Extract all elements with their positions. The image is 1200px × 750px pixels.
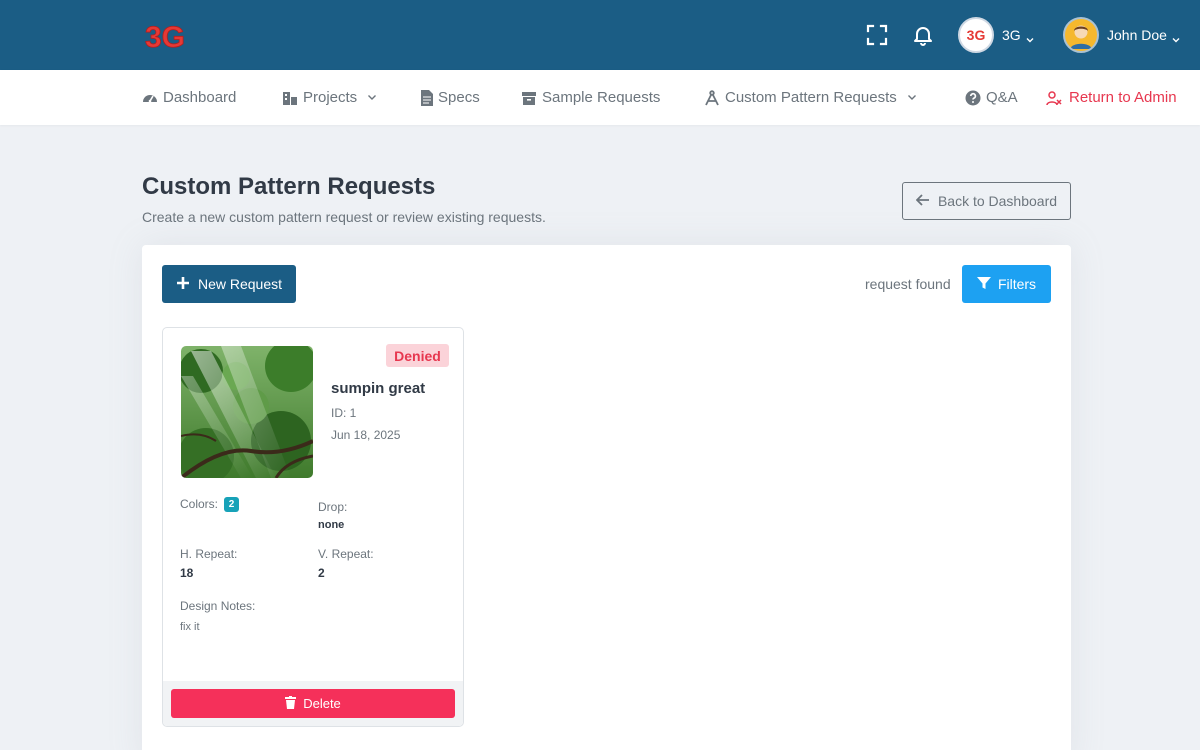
new-request-button[interactable]: New Request xyxy=(162,265,296,303)
delete-label: Delete xyxy=(303,696,341,711)
main-nav: Dashboard Projects Specs Sample Requests… xyxy=(0,70,1200,125)
bell-icon[interactable] xyxy=(911,23,935,47)
nav-label: Projects xyxy=(303,89,358,106)
back-to-dashboard-button[interactable]: Back to Dashboard xyxy=(902,182,1071,220)
v-repeat-label: V. Repeat: xyxy=(318,547,374,561)
v-repeat-value: 2 xyxy=(318,566,325,580)
plus-icon xyxy=(176,274,190,294)
compass-icon xyxy=(704,89,720,106)
dashboard-icon xyxy=(142,90,158,106)
nav-label: Specs xyxy=(438,89,480,106)
question-icon xyxy=(965,90,981,106)
fullscreen-icon[interactable] xyxy=(865,23,889,47)
back-button-label: Back to Dashboard xyxy=(937,193,1058,209)
chevron-down-icon xyxy=(1172,31,1180,43)
trash-icon xyxy=(285,695,297,712)
colors-label: Colors: xyxy=(180,497,219,511)
delete-button[interactable]: Delete xyxy=(171,689,455,718)
nav-item-projects[interactable]: Projects xyxy=(282,70,377,125)
request-id: ID: 1 xyxy=(331,406,357,420)
status-badge: Denied xyxy=(386,344,449,367)
archive-icon xyxy=(521,90,537,106)
request-card: Denied sumpin great ID: 1 Jun 18, 2025 C… xyxy=(162,327,464,727)
brand-label: 3G xyxy=(1002,27,1021,43)
user-menu[interactable]: John Doe xyxy=(1063,16,1180,54)
brand-avatar: 3G xyxy=(958,17,994,53)
nav-item-return-to-admin[interactable]: Return to Admin xyxy=(1046,70,1177,125)
colors-count-badge: 2 xyxy=(224,497,239,512)
requests-panel: New Request request found Filters Denied… xyxy=(142,245,1071,750)
nav-label: Sample Requests xyxy=(542,89,661,106)
brand-switcher[interactable]: 3G 3G xyxy=(958,17,1034,53)
design-notes-value: fix it xyxy=(180,621,200,633)
projects-icon xyxy=(282,90,298,106)
chevron-down-icon xyxy=(907,89,917,106)
new-request-label: New Request xyxy=(197,276,283,292)
top-bar: 3G 3G 3G John Doe xyxy=(0,0,1200,70)
page-title: Custom Pattern Requests xyxy=(142,173,436,200)
filter-icon xyxy=(976,276,991,293)
nav-item-qa[interactable]: Q&A xyxy=(965,70,1018,125)
nav-item-specs[interactable]: Specs xyxy=(421,70,480,125)
request-name[interactable]: sumpin great xyxy=(331,380,425,397)
results-count-text: request found xyxy=(865,276,951,292)
user-x-icon xyxy=(1046,90,1062,106)
h-repeat-value: 18 xyxy=(180,566,194,580)
document-icon xyxy=(421,89,433,106)
nav-label: Return to Admin xyxy=(1069,89,1177,106)
nav-item-sample-requests[interactable]: Sample Requests xyxy=(521,70,660,125)
nav-label: Custom Pattern Requests xyxy=(725,89,897,106)
nav-item-dashboard[interactable]: Dashboard xyxy=(142,70,236,125)
request-date: Jun 18, 2025 xyxy=(331,428,401,442)
nav-item-custom-pattern-requests[interactable]: Custom Pattern Requests xyxy=(704,70,917,125)
nav-label: Q&A xyxy=(986,89,1018,106)
chevron-down-icon xyxy=(1026,31,1034,43)
drop-label: Drop: xyxy=(318,500,348,514)
logo[interactable]: 3G xyxy=(145,20,195,52)
avatar xyxy=(1063,17,1099,53)
logo-text: 3G xyxy=(145,21,185,52)
page-subtitle: Create a new custom pattern request or r… xyxy=(142,209,546,225)
design-notes-label: Design Notes: xyxy=(180,599,256,613)
user-name: John Doe xyxy=(1107,27,1167,43)
filters-label: Filters xyxy=(997,276,1037,292)
drop-value: none xyxy=(318,519,345,531)
nav-label: Dashboard xyxy=(163,89,237,106)
arrow-left-icon xyxy=(915,193,930,209)
brand-avatar-text: 3G xyxy=(966,27,986,43)
chevron-down-icon xyxy=(367,89,377,106)
pattern-thumbnail[interactable] xyxy=(181,346,313,478)
card-footer: Delete xyxy=(163,681,463,726)
h-repeat-label: H. Repeat: xyxy=(180,547,238,561)
filters-button[interactable]: Filters xyxy=(962,265,1051,303)
